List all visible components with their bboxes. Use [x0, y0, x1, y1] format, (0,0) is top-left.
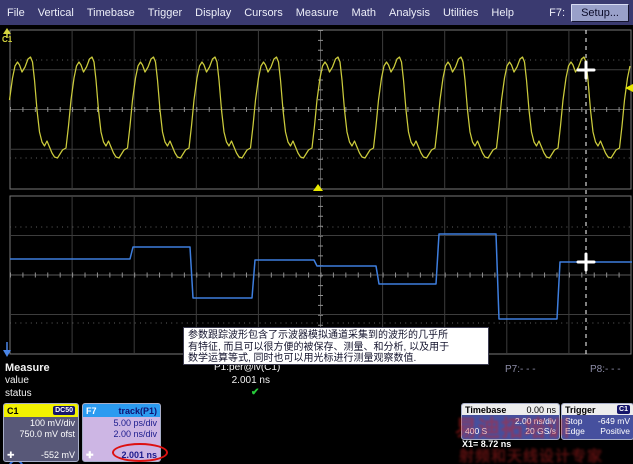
measure-p1-status-check-icon: ✔ [251, 387, 260, 398]
annotation-line: 有特征, 而且可以很方便的被保存、测量、和分析, 以及用于 [188, 341, 450, 353]
annotation-line: 数学运算等式, 同时也可以用光标进行测量观察数值. [188, 353, 417, 364]
trace-f7-name: F7 [86, 405, 97, 416]
trace-f7-header: F7 track(P1) [83, 404, 160, 417]
cursor-cross-icon: ✚ [7, 449, 15, 460]
timebase-samplerate: 20 GS/s [525, 426, 556, 436]
measure-p1-value: 2.001 ns [231, 375, 270, 386]
trigger-type: Edge [565, 426, 585, 436]
c1-trace-label: C1 [2, 35, 13, 44]
trace-f7-settings: 5.00 ps/div 2.00 ns/div [83, 417, 160, 439]
trace-f7-vdiv: 5.00 ps/div [113, 418, 157, 428]
measure-title: Measure [5, 362, 50, 374]
channel-c1-offset: 750.0 mV ofst [19, 428, 75, 439]
oscilloscope-screen: File Vertical Timebase Trigger Display Cursor… [0, 0, 633, 464]
measure-p7-header[interactable]: P7:- - - [505, 364, 536, 375]
channel-c1-footer: ✚ -552 mV [4, 450, 78, 460]
channel-c1-header: C1 DC50 [4, 404, 78, 417]
trigger-source-badge: C1 [617, 405, 630, 414]
cursor-cross-icon: ✚ [86, 449, 94, 460]
annotation-box: 参数跟踪波形包含了示波器模拟通道采集到的波形的几乎所 有特征, 而且可以很方便的… [183, 327, 489, 365]
trigger-slope: Positive [600, 426, 630, 436]
trace-f7-hdiv: 2.00 ns/div [113, 428, 157, 439]
channel-c1-cursor-value: -552 mV [40, 450, 75, 460]
trigger-position-marker-icon [313, 184, 323, 191]
annotation-line: 参数跟踪波形包含了示波器模拟通道采集到的波形的几乎所 [188, 330, 448, 341]
trigger-level: -649 mV [597, 416, 630, 426]
cursor-x1-readout: X1= 8.72 ns [462, 439, 512, 449]
timebase-samples: 400 S [465, 426, 488, 436]
timebase-header: Timebase 0.00 ns [462, 404, 559, 415]
timebase-hdiv: 2.00 ns/div [514, 416, 556, 426]
channel-c1-name: C1 [7, 405, 19, 416]
channel-c1-settings: 100 mV/div 750.0 mV ofst [4, 417, 78, 439]
trace-c1 [8, 56, 631, 159]
timebase-descriptor[interactable]: Timebase 0.00 ns 2.00 ns/div 400 S 20 GS… [461, 403, 560, 440]
timebase-title: Timebase [465, 404, 507, 415]
highlight-ellipse-annotation [112, 443, 168, 462]
trigger-descriptor[interactable]: Trigger C1 Stop -649 mV Edge Positive [561, 403, 633, 440]
trigger-mode: Stop [565, 416, 583, 426]
channel-c1-vdiv: 100 mV/div [29, 418, 75, 428]
measure-status-label: status [5, 388, 32, 399]
channel-c1-descriptor[interactable]: C1 DC50 100 mV/div 750.0 mV ofst ✚ -552 … [3, 403, 79, 462]
trigger-header: Trigger C1 [562, 404, 633, 415]
measure-value-label: value [5, 375, 29, 386]
waveform-display [3, 28, 633, 464]
channel-c1-coupling-badge: DC50 [53, 406, 75, 415]
timebase-delay: 0.00 ns [526, 404, 556, 415]
measure-p8-header[interactable]: P8:- - - [590, 364, 621, 375]
trigger-title: Trigger [565, 404, 596, 415]
trace-f7-function: track(P1) [118, 405, 157, 416]
